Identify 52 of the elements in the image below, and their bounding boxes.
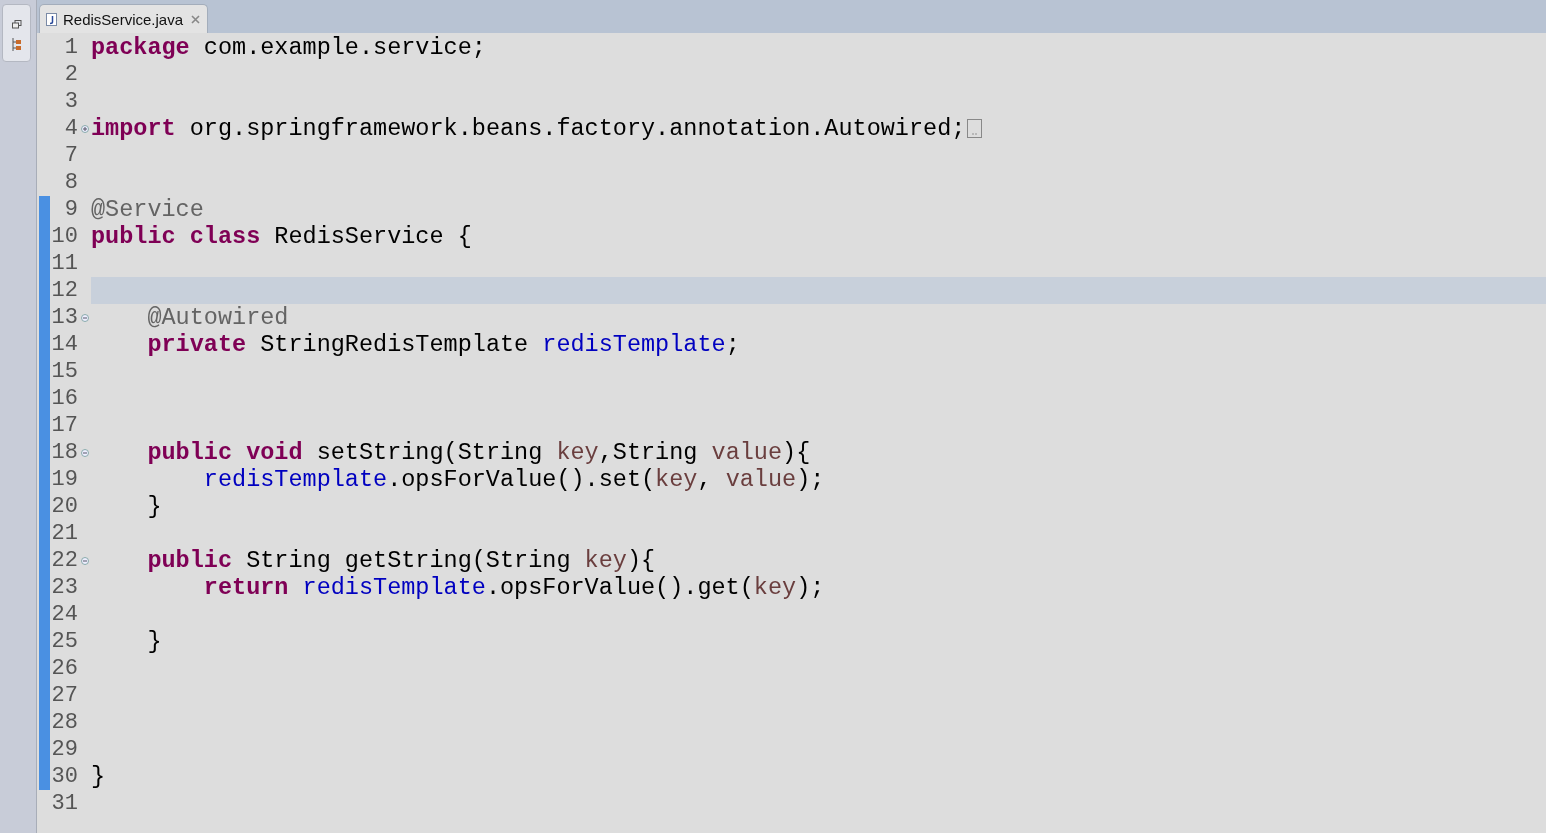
line-number: 11 bbox=[50, 250, 78, 277]
code-line: redisTemplate.opsForValue().set(key, value); bbox=[202, 466, 825, 493]
line-number: 15 bbox=[50, 358, 78, 385]
code-line: package com.example.service; bbox=[91, 34, 486, 61]
collapse-icon[interactable] bbox=[80, 448, 89, 457]
code-line: private StringRedisTemplate redisTemplate; bbox=[146, 331, 740, 358]
line-number: 28 bbox=[50, 709, 78, 736]
outline-icon[interactable] bbox=[11, 38, 22, 52]
line-number: 26 bbox=[50, 655, 78, 682]
line-number: 22 bbox=[50, 547, 78, 574]
line-number: 8 bbox=[63, 169, 78, 196]
editor-tab[interactable]: RedisService.java bbox=[39, 4, 209, 33]
line-number: 4 bbox=[63, 115, 78, 142]
java-file-icon bbox=[46, 12, 57, 26]
code-line: public String getString(String key){ bbox=[146, 547, 656, 574]
line-number: 3 bbox=[63, 88, 78, 115]
line-number: 2 bbox=[63, 61, 78, 88]
line-number: 1 bbox=[63, 34, 78, 61]
collapse-icon[interactable] bbox=[80, 556, 89, 565]
line-number: 12 bbox=[50, 277, 78, 304]
close-icon[interactable] bbox=[191, 14, 201, 24]
line-number: 21 bbox=[50, 520, 78, 547]
line-number: 23 bbox=[50, 574, 78, 601]
code-line: public void setString(String key,String value){ bbox=[146, 439, 811, 466]
code-line: import org.springframework.beans.factory.annotation.Autowired; bbox=[91, 115, 966, 142]
line-number: 20 bbox=[50, 493, 78, 520]
line-number: 31 bbox=[50, 790, 78, 817]
line-number: 16 bbox=[50, 385, 78, 412]
line-number: 14 bbox=[50, 331, 78, 358]
line-number: 29 bbox=[50, 736, 78, 763]
code-line: public class RedisService { bbox=[91, 223, 472, 250]
line-number: 10 bbox=[50, 223, 78, 250]
folded-code-icon[interactable] bbox=[967, 119, 983, 138]
code-line: return redisTemplate.opsForValue().get(key); bbox=[202, 574, 825, 601]
collapse-icon[interactable] bbox=[80, 313, 89, 322]
code-line: @Autowired bbox=[146, 304, 289, 331]
line-number: 13 bbox=[50, 304, 78, 331]
line-number: 17 bbox=[50, 412, 78, 439]
line-number: 18 bbox=[50, 439, 78, 466]
line-number: 19 bbox=[50, 466, 78, 493]
expand-icon[interactable] bbox=[80, 124, 89, 133]
line-number: 7 bbox=[63, 142, 78, 169]
code-line: } bbox=[91, 763, 106, 790]
line-number: 30 bbox=[50, 763, 78, 790]
line-number: 25 bbox=[50, 628, 78, 655]
line-number: 9 bbox=[63, 196, 78, 223]
code-line: } bbox=[146, 493, 162, 520]
code-line: @Service bbox=[91, 196, 204, 223]
line-number: 27 bbox=[50, 682, 78, 709]
restore-icon[interactable] bbox=[11, 20, 22, 29]
line-number: 24 bbox=[50, 601, 78, 628]
code-line: } bbox=[146, 628, 162, 655]
